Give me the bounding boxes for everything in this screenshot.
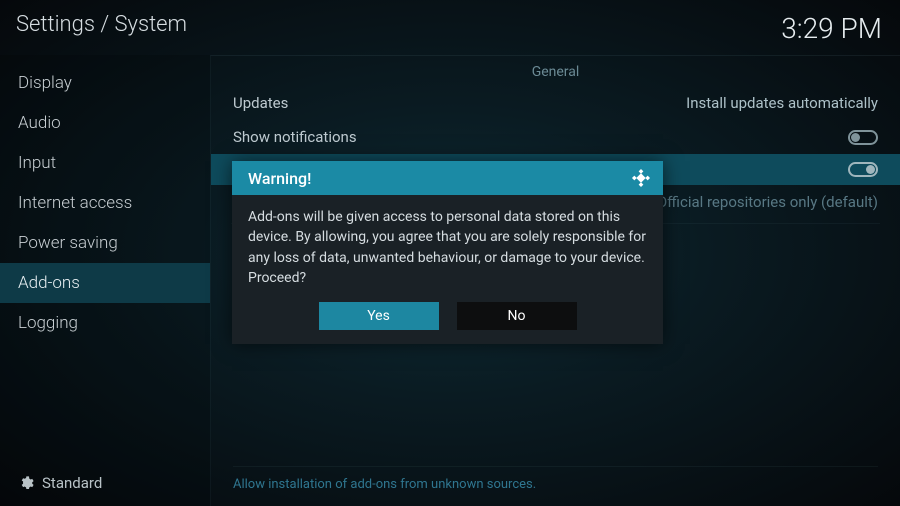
sidebar-item-addons[interactable]: Add-ons bbox=[0, 263, 210, 303]
toggle-off-icon[interactable] bbox=[848, 130, 878, 145]
setting-value: Install updates automatically bbox=[686, 94, 878, 112]
sidebar-item-power-saving[interactable]: Power saving bbox=[0, 223, 210, 263]
setting-label: Show notifications bbox=[233, 128, 357, 146]
top-bar: Settings / System 3:29 PM bbox=[0, 0, 900, 53]
dialog-body: Add-ons will be given access to personal… bbox=[232, 195, 663, 302]
setting-label: Updates bbox=[233, 94, 288, 112]
settings-level-label: Standard bbox=[42, 474, 102, 492]
settings-sidebar: Display Audio Input Internet access Powe… bbox=[0, 55, 210, 506]
dialog-actions: Yes No bbox=[232, 302, 663, 344]
footer-hint: Allow installation of add-ons from unkno… bbox=[233, 466, 878, 492]
warning-dialog: Warning! Add-ons will be given access to… bbox=[232, 161, 663, 344]
no-button[interactable]: No bbox=[457, 302, 577, 330]
toggle-on-icon[interactable] bbox=[848, 162, 878, 177]
kodi-logo-icon bbox=[631, 168, 651, 188]
clock: 3:29 PM bbox=[781, 12, 882, 45]
section-header-general: General bbox=[211, 56, 900, 86]
setting-row-updates[interactable]: Updates Install updates automatically bbox=[211, 86, 900, 120]
sidebar-item-internet-access[interactable]: Internet access bbox=[0, 183, 210, 223]
yes-button[interactable]: Yes bbox=[319, 302, 439, 330]
gear-icon bbox=[18, 475, 34, 491]
setting-value: Official repositories only (default) bbox=[657, 193, 878, 211]
sidebar-item-display[interactable]: Display bbox=[0, 63, 210, 103]
sidebar-item-input[interactable]: Input bbox=[0, 143, 210, 183]
settings-level-button[interactable]: Standard bbox=[18, 474, 102, 492]
sidebar-item-logging[interactable]: Logging bbox=[0, 303, 210, 343]
breadcrumb: Settings / System bbox=[16, 12, 187, 37]
setting-row-notifications[interactable]: Show notifications bbox=[211, 120, 900, 154]
dialog-title: Warning! bbox=[248, 169, 311, 188]
dialog-titlebar: Warning! bbox=[232, 161, 663, 195]
sidebar-item-audio[interactable]: Audio bbox=[0, 103, 210, 143]
